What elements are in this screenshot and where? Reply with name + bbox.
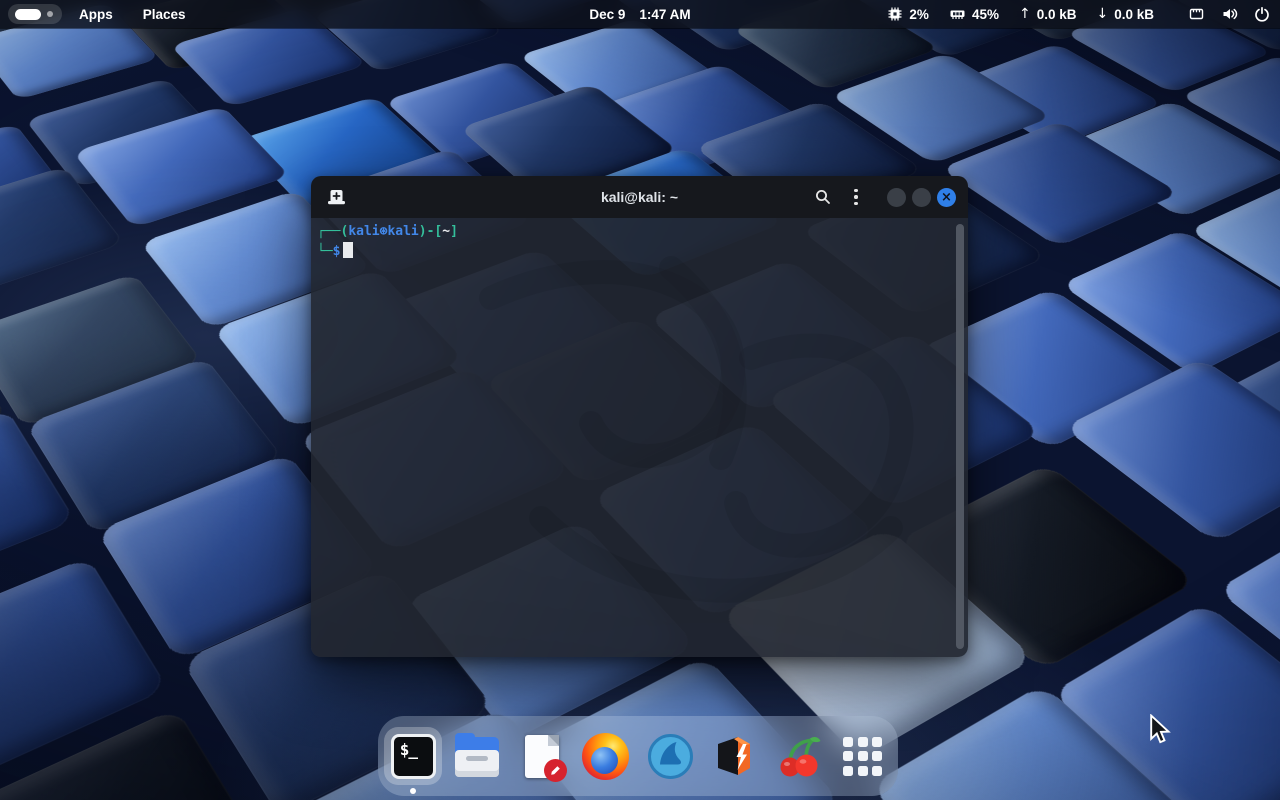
edit-pencil-badge [544, 759, 567, 782]
places-menu[interactable]: Places [130, 3, 199, 26]
terminal-window: kali@kali: ~ × [311, 176, 968, 657]
close-button[interactable]: × [937, 188, 956, 207]
titlebar-actions: × [811, 185, 956, 209]
top-panel: Apps Places Dec 9 1:47 AM 2% [0, 0, 1280, 28]
text-editor-icon [525, 735, 559, 778]
new-tab-icon [327, 189, 346, 206]
prompt-frame-line2: └─ [317, 244, 333, 259]
panel-time: 1:47 AM [639, 7, 690, 22]
dock-item-terminal[interactable]: $_ [384, 727, 442, 785]
system-tray [1188, 6, 1270, 22]
dock: $_ [378, 716, 898, 796]
prompt-cwd: ~ [442, 224, 450, 239]
prompt-line-1: ┌──(kali⊛kali)-[~] [317, 222, 962, 242]
app-grid-icon [843, 737, 882, 776]
terminal-icon-glyph: $_ [394, 737, 433, 759]
minimize-button[interactable] [887, 188, 906, 207]
net-upload-indicator[interactable]: ↑ 0.0 kB [1009, 6, 1087, 22]
window-title: kali@kali: ~ [601, 189, 678, 205]
wireshark-icon [647, 733, 694, 780]
prompt-frame-open: ┌──( [317, 224, 348, 239]
prompt-symbol: $ [333, 244, 341, 259]
burpsuite-icon [711, 733, 757, 779]
firefox-icon [582, 733, 629, 780]
memory-indicator[interactable]: 45% [939, 6, 1009, 22]
net-upload-value: 0.0 kB [1037, 7, 1077, 22]
download-arrow-icon: ↓ [1096, 6, 1108, 22]
terminal-scrollbar[interactable] [956, 224, 964, 649]
kali-dragon-watermark [421, 228, 941, 648]
network-wired-icon[interactable] [1188, 6, 1205, 22]
terminal-text-cursor [343, 242, 353, 258]
terminal-titlebar[interactable]: kali@kali: ~ × [311, 176, 968, 218]
cpu-indicator[interactable]: 2% [877, 6, 939, 22]
power-icon[interactable] [1254, 6, 1270, 22]
prompt-frame-mid: )-[ [419, 224, 442, 239]
panel-date: Dec 9 [589, 7, 625, 22]
dock-item-firefox[interactable] [577, 727, 635, 785]
menu-button[interactable] [844, 185, 868, 209]
window-controls: × [887, 188, 956, 207]
search-button[interactable] [811, 185, 835, 209]
workspace-dot[interactable] [47, 11, 53, 17]
prompt-line-2: └─$ [317, 242, 962, 262]
dock-item-wireshark[interactable] [641, 727, 699, 785]
new-tab-button[interactable] [323, 185, 350, 210]
clock-widget[interactable]: Dec 9 1:47 AM [589, 0, 690, 28]
workspace-switcher[interactable] [8, 4, 62, 24]
kebab-menu-icon [854, 189, 858, 206]
apps-menu[interactable]: Apps [66, 3, 126, 26]
dock-item-show-apps[interactable] [834, 727, 892, 785]
workspace-active-pill[interactable] [15, 9, 41, 20]
upload-arrow-icon: ↑ [1019, 6, 1031, 22]
dock-item-file-manager[interactable] [448, 727, 506, 785]
volume-icon[interactable] [1221, 6, 1238, 22]
cpu-value: 2% [909, 7, 929, 22]
prompt-frame-close: ] [450, 224, 458, 239]
cherrytree-icon [776, 733, 822, 779]
memory-value: 45% [972, 7, 999, 22]
terminal-body[interactable]: ┌──(kali⊛kali)-[~] └─$ [311, 218, 968, 657]
net-download-value: 0.0 kB [1114, 7, 1154, 22]
cpu-icon [887, 6, 903, 22]
dock-item-text-editor[interactable] [513, 727, 571, 785]
prompt-host: kali [387, 224, 418, 239]
memory-icon [949, 6, 966, 22]
maximize-button[interactable] [912, 188, 931, 207]
net-download-indicator[interactable]: ↓ 0.0 kB [1086, 6, 1164, 22]
panel-left: Apps Places [0, 3, 199, 26]
panel-right: 2% 45% ↑ 0.0 kB ↓ 0.0 kB [877, 6, 1280, 22]
dock-item-burpsuite[interactable] [705, 727, 763, 785]
file-manager-icon [454, 735, 500, 777]
dock-item-cherrytree[interactable] [770, 727, 828, 785]
terminal-icon: $_ [391, 734, 436, 779]
prompt-user: kali [348, 224, 379, 239]
search-icon [814, 188, 832, 206]
